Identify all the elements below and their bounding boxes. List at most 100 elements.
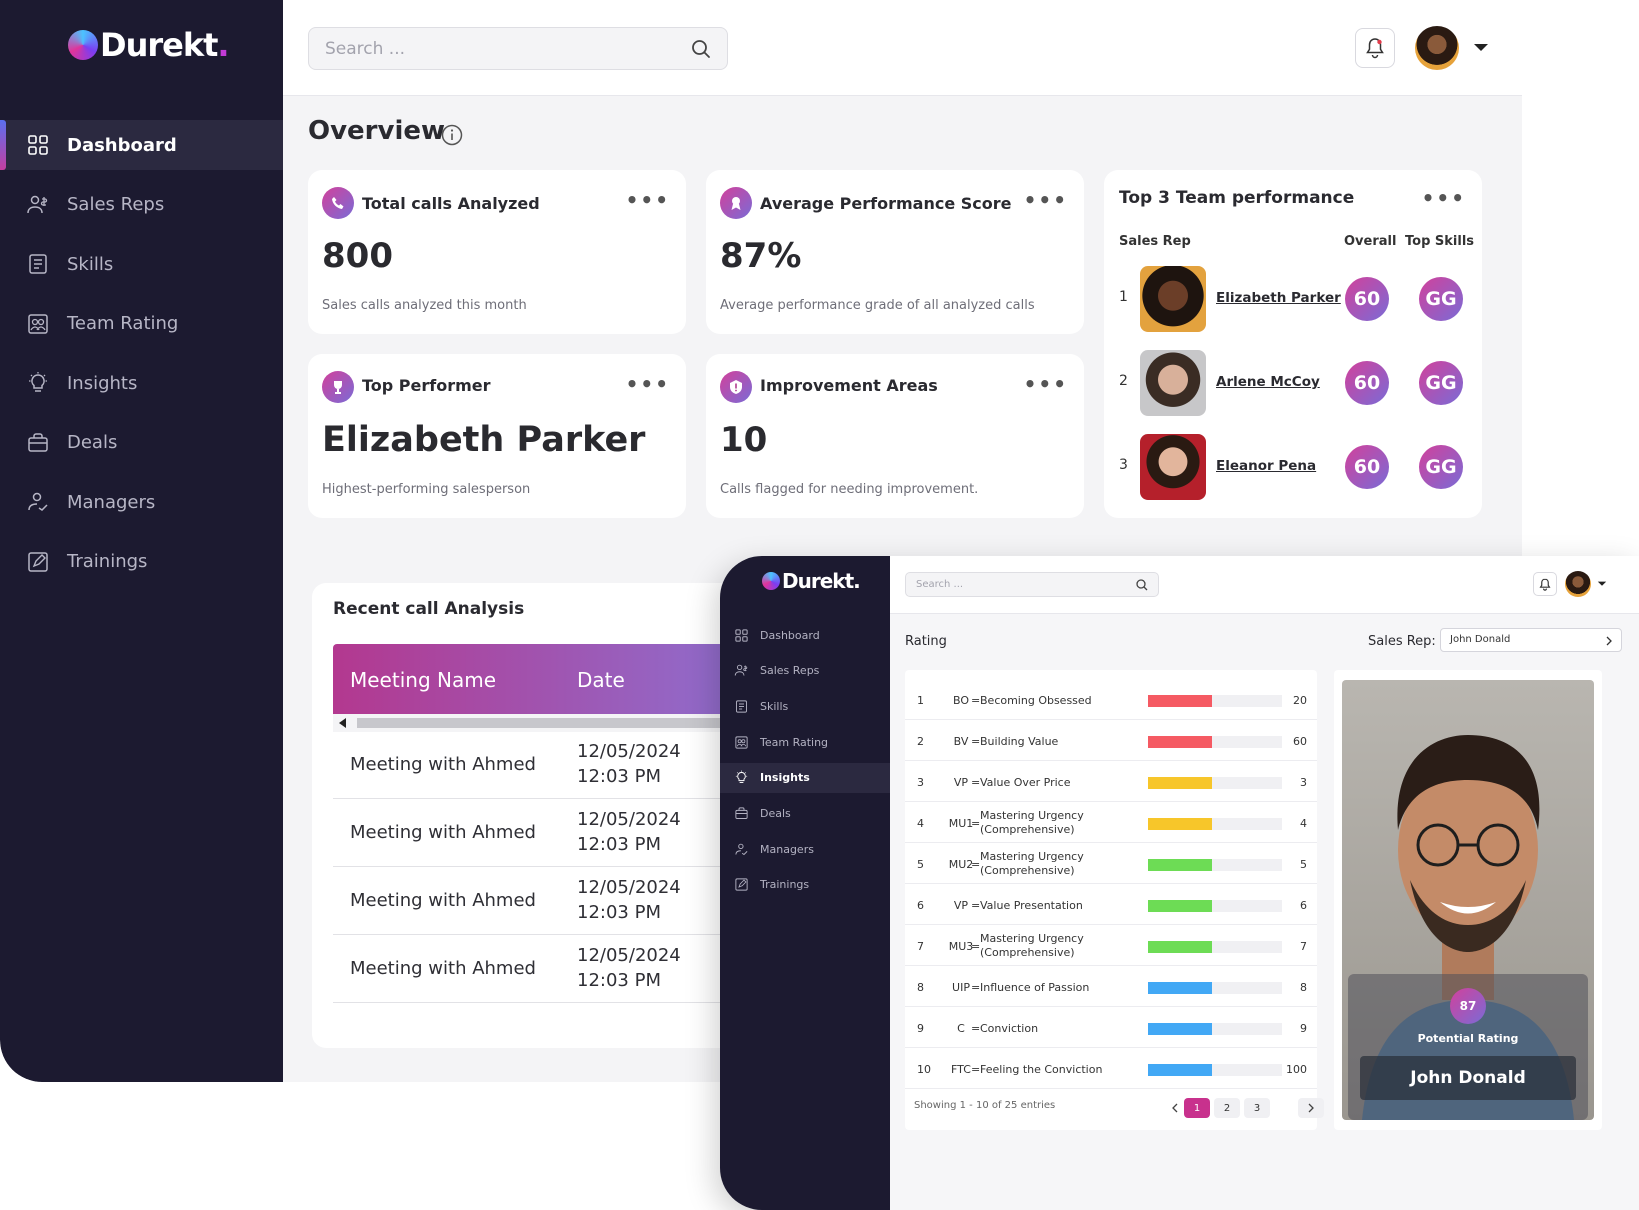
rating-bar: [1148, 900, 1282, 912]
more-options-icon[interactable]: •••: [1422, 186, 1466, 210]
insights-window: Durekt. Dashboard Sales Reps Skills Team Ra…: [720, 556, 1639, 1210]
brand-dot: .: [853, 569, 861, 593]
sidebar-item-skills[interactable]: Skills: [0, 239, 283, 289]
rating-value: 4: [1300, 817, 1307, 830]
rating-row: 9 C = Conviction 9: [905, 1008, 1317, 1048]
search-input[interactable]: Search ...: [905, 572, 1159, 597]
sidebar-item-label: Managers: [67, 491, 156, 513]
next-page-button[interactable]: [1298, 1098, 1324, 1118]
sidebar-item-deals[interactable]: Deals: [720, 799, 890, 829]
page-button-2[interactable]: 2: [1214, 1098, 1240, 1118]
equals-sign: =: [971, 858, 981, 871]
sidebar-item-team-rating[interactable]: Team Rating: [720, 727, 890, 757]
table-row[interactable]: Meeting with Ahmed 12/05/2024 12:03 PM: [333, 800, 766, 867]
card-subtitle: Sales calls analyzed this month: [322, 298, 527, 313]
sidebar-item-trainings[interactable]: Trainings: [0, 537, 283, 587]
sales-rep-label: Sales Rep:: [1368, 634, 1436, 649]
sales-rep-avatar: [1140, 350, 1206, 416]
sidebar-item-insights[interactable]: Insights: [720, 762, 890, 793]
sidebar-item-dashboard[interactable]: Dashboard: [720, 620, 890, 650]
dashboard-grid-icon: [735, 628, 748, 642]
sidebar-item-managers[interactable]: Managers: [720, 834, 890, 864]
rating-table-card: 1 BO = Becoming Obsessed 20 2 BV = Building Valu…: [905, 670, 1324, 1130]
clipboard-list-icon: [736, 700, 747, 713]
sidebar-item-label: Skills: [760, 699, 789, 713]
row-number: 1: [917, 694, 924, 707]
skill-label: Mastering Urgency (Comprehensive): [980, 850, 1084, 877]
sidebar-item-trainings[interactable]: Trainings: [720, 870, 890, 900]
skill-label: Mastering Urgency (Comprehensive): [980, 809, 1084, 836]
notification-button[interactable]: [1533, 572, 1557, 596]
sales-rep-value: John Donald: [1450, 634, 1511, 645]
card-subtitle: Highest-performing salesperson: [322, 482, 531, 497]
rating-bar: [1148, 818, 1282, 830]
prev-page-icon[interactable]: [1171, 1103, 1179, 1113]
sales-rep-link[interactable]: Eleanor Pena: [1216, 458, 1316, 474]
card-title: Recent call Analysis: [333, 599, 525, 619]
scrollbar-thumb[interactable]: [357, 718, 753, 728]
more-options-icon[interactable]: •••: [626, 372, 670, 396]
user-avatar[interactable]: [1415, 26, 1459, 70]
lightbulb-icon: [735, 770, 748, 784]
search-input[interactable]: Search ...: [308, 27, 728, 70]
sidebar-item-dashboard[interactable]: Dashboard: [0, 120, 283, 170]
equals-sign: =: [971, 1022, 981, 1035]
sidebar-item-sales-reps[interactable]: Sales Reps: [720, 656, 890, 686]
sidebar-item-label: Skills: [67, 253, 114, 275]
brand-logo[interactable]: Durekt.: [68, 26, 230, 64]
scroll-left-icon[interactable]: [339, 718, 347, 728]
rating-value: 5: [1300, 858, 1307, 871]
page-button-1[interactable]: 1: [1184, 1098, 1210, 1118]
sidebar-item-managers[interactable]: Managers: [0, 477, 283, 527]
column-header-meeting-name[interactable]: Meeting Name: [350, 668, 496, 692]
rating-row: 3 VP = Value Over Price 3: [905, 762, 1317, 802]
more-options-icon[interactable]: •••: [1024, 372, 1068, 396]
bell-icon: [1366, 38, 1384, 59]
user-avatar[interactable]: [1565, 571, 1591, 597]
training-icon: [28, 551, 48, 572]
column-header-date[interactable]: Date: [577, 668, 625, 692]
search-icon[interactable]: [691, 39, 711, 59]
card-subtitle: Average performance grade of all analyze…: [720, 298, 1035, 313]
chevron-down-icon[interactable]: [1597, 581, 1607, 587]
card-subtitle: Calls flagged for needing improvement.: [720, 482, 979, 497]
sidebar-item-deals[interactable]: Deals: [0, 418, 283, 468]
card-value: 800: [322, 236, 393, 276]
users-dollar-icon: [27, 195, 48, 213]
table-row[interactable]: Meeting with Ahmed 12/05/2024 12:03 PM: [333, 732, 766, 799]
sales-rep-select[interactable]: John Donald: [1440, 628, 1622, 652]
rating-value: 100: [1286, 1063, 1307, 1076]
sales-rep-link[interactable]: Arlene McCoy: [1216, 374, 1320, 390]
top-bar: Search ...: [890, 556, 1639, 614]
skill-label: Becoming Obsessed: [980, 694, 1092, 707]
more-options-icon[interactable]: •••: [626, 188, 670, 212]
table-row[interactable]: Meeting with Ahmed 12/05/2024 12:03 PM: [333, 936, 766, 1003]
brand-logo[interactable]: Durekt.: [762, 569, 861, 593]
clipboard-list-icon: [29, 254, 47, 274]
more-options-icon[interactable]: •••: [1024, 188, 1068, 212]
sales-rep-link[interactable]: Elizabeth Parker: [1216, 290, 1341, 306]
skill-label: Building Value: [980, 735, 1059, 748]
sidebar-item-team-rating[interactable]: Team Rating: [0, 299, 283, 349]
overall-score-badge: 60: [1345, 445, 1389, 489]
rating-bar: [1148, 1023, 1282, 1035]
equals-sign: =: [971, 694, 981, 707]
sidebar-item-insights[interactable]: Insights: [0, 358, 283, 408]
search-icon[interactable]: [1136, 579, 1148, 591]
rating-value: 6: [1300, 899, 1307, 912]
rating-bar-fill: [1148, 695, 1213, 707]
sidebar-item-skills[interactable]: Skills: [720, 691, 890, 721]
row-number: 3: [917, 776, 924, 789]
notification-button[interactable]: [1355, 28, 1395, 68]
chevron-down-icon[interactable]: [1473, 43, 1489, 53]
page-button-3[interactable]: 3: [1244, 1098, 1270, 1118]
equals-sign: =: [971, 940, 981, 953]
top-bar: Search ...: [283, 0, 1522, 96]
rating-row: 5 MU2 = Mastering Urgency (Comprehensive) 5: [905, 844, 1317, 884]
table-row[interactable]: Meeting with Ahmed 12/05/2024 12:03 PM: [333, 868, 766, 935]
info-icon[interactable]: [441, 124, 463, 146]
team-rating-icon: [28, 313, 48, 334]
meeting-name-cell: Meeting with Ahmed: [350, 890, 536, 911]
sidebar-item-sales-reps[interactable]: Sales Reps: [0, 180, 283, 230]
horizontal-scrollbar[interactable]: [333, 714, 753, 732]
